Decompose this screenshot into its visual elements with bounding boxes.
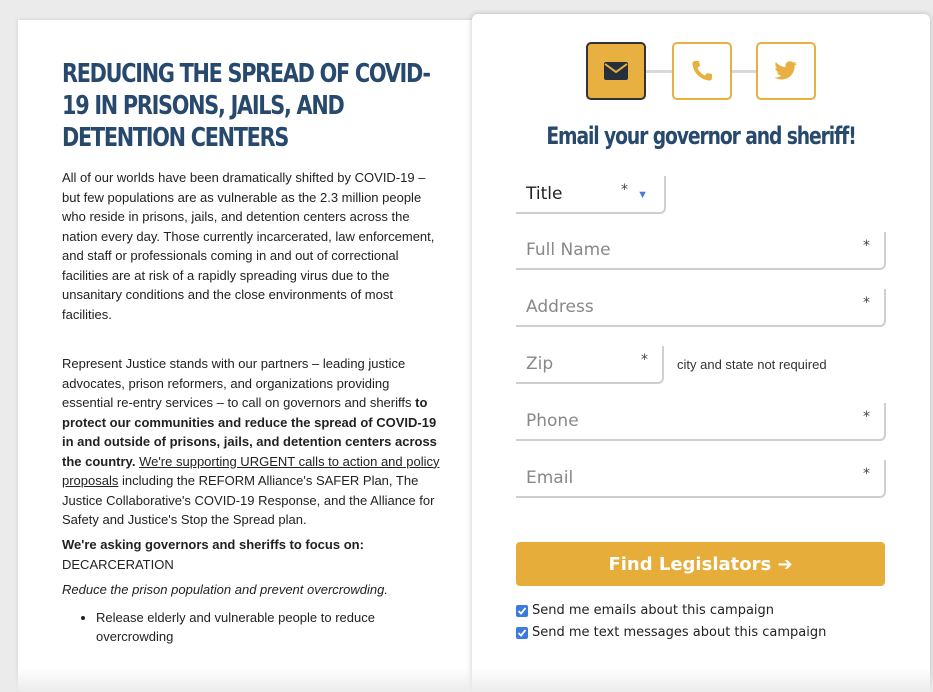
paragraph-2-outro: including the REFORM Alliance's SAFER Pl… <box>62 473 435 527</box>
find-legislators-button[interactable]: Find Legislators ➔ <box>516 542 885 586</box>
email-step-button[interactable] <box>586 42 646 100</box>
sms-opt-in-label: Send me text messages about this campaig… <box>532 625 827 640</box>
full-name-input[interactable]: Full Name * <box>516 232 886 270</box>
bottom-fade <box>0 668 933 692</box>
list-item: Release elderly and vulnerable people to… <box>96 608 442 646</box>
email-input[interactable]: Email * <box>516 460 886 498</box>
address-placeholder: Address <box>526 297 594 317</box>
section-subtitle: Reduce the prison population and prevent… <box>62 581 388 597</box>
article-paragraph-1: All of our worlds have been dramatically… <box>62 170 435 322</box>
dropdown-arrow-icon: ▼ <box>637 189 648 201</box>
envelope-icon <box>604 62 628 80</box>
full-name-placeholder: Full Name <box>526 240 611 260</box>
sms-opt-in: Send me text messages about this campaig… <box>516 625 826 640</box>
twitter-step-button[interactable] <box>756 42 816 100</box>
zip-note: city and state not required <box>677 357 827 372</box>
article-headline: REDUCING THE SPREAD OF COVID-19 IN PRISO… <box>62 59 431 153</box>
email-placeholder: Email <box>526 468 574 488</box>
required-mark: * <box>621 182 628 198</box>
focus-list: Release elderly and vulnerable people to… <box>62 608 442 646</box>
asking-heading: We're asking governors and sheriffs to f… <box>62 536 364 552</box>
twitter-icon <box>774 61 797 80</box>
required-mark: * <box>641 352 648 368</box>
phone-step-button[interactable] <box>672 42 732 100</box>
form-title: Email your governor and sheriff! <box>546 122 856 150</box>
step-connector <box>732 70 756 73</box>
title-select-value: Title <box>526 184 563 204</box>
required-mark: * <box>863 409 870 425</box>
section-title: DECARCERATION <box>62 556 174 572</box>
checkmark-icon <box>517 606 527 615</box>
zip-placeholder: Zip <box>526 354 554 374</box>
required-mark: * <box>863 238 870 254</box>
required-mark: * <box>863 295 870 311</box>
action-form-card: Email your governor and sheriff! Title *… <box>472 14 930 692</box>
phone-placeholder: Phone <box>526 411 579 431</box>
email-opt-in: Send me emails about this campaign <box>516 603 774 618</box>
checkmark-icon <box>517 628 527 637</box>
zip-input[interactable]: Zip * <box>516 346 664 384</box>
email-opt-in-checkbox[interactable] <box>516 604 528 617</box>
required-mark: * <box>863 466 870 482</box>
article-card: REDUCING THE SPREAD OF COVID-19 IN PRISO… <box>18 20 486 692</box>
address-input[interactable]: Address * <box>516 289 886 327</box>
channel-steps <box>586 42 818 100</box>
article-paragraph-2: Represent Justice stands with our partne… <box>62 354 442 530</box>
phone-input[interactable]: Phone * <box>516 403 886 441</box>
phone-icon <box>692 61 712 81</box>
step-connector <box>646 70 672 73</box>
title-select[interactable]: Title * ▼ <box>516 176 666 214</box>
paragraph-2-intro: Represent Justice stands with our partne… <box>62 356 416 410</box>
email-opt-in-label: Send me emails about this campaign <box>532 603 775 618</box>
sms-opt-in-checkbox[interactable] <box>516 626 528 639</box>
